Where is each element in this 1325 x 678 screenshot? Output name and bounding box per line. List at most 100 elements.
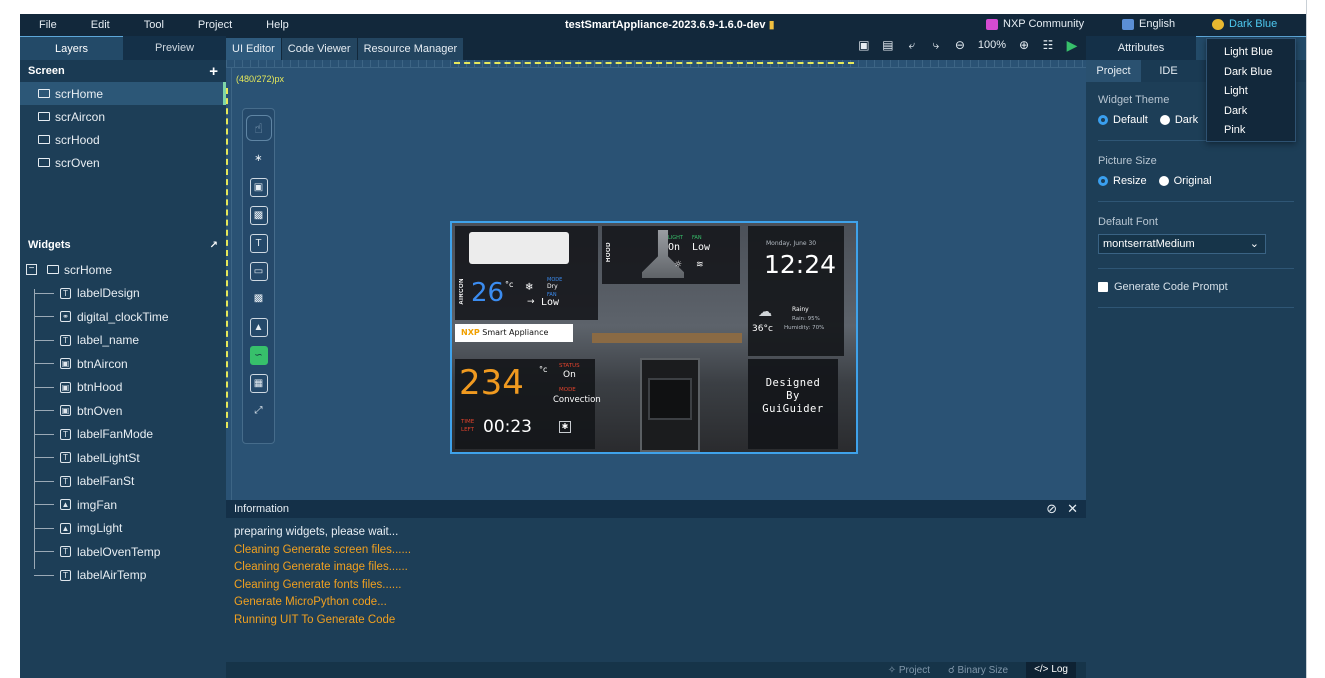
screen-item-scroven[interactable]: scrOven [20, 151, 226, 174]
screen-item-scrhood[interactable]: scrHood [20, 128, 226, 151]
button-widget-icon[interactable]: ▣ [249, 178, 268, 197]
tab-layers[interactable]: Layers [20, 36, 123, 60]
tree-item[interactable]: TlabelFanSt [20, 470, 226, 494]
menu-tool[interactable]: Tool [125, 19, 179, 31]
status-project[interactable]: ✧ Project [888, 665, 930, 676]
expand-palette-icon[interactable]: ⤢ [250, 402, 268, 421]
subtab-ide[interactable]: IDE [1141, 60, 1196, 82]
label-name[interactable]: NXP Smart Appliance [455, 324, 573, 342]
qrcode-widget-icon[interactable]: ▦ [249, 374, 268, 393]
tab-ui-editor[interactable]: UI Editor [226, 38, 281, 60]
oven-mode-value: Convection [553, 395, 601, 405]
default-font-select[interactable]: montserratMedium ⌄ [1098, 234, 1266, 254]
radio-dark-label: Dark [1174, 114, 1199, 126]
add-screen-icon[interactable]: + [209, 63, 218, 80]
close-icon[interactable]: ✕ [1067, 501, 1078, 517]
touch-icon[interactable]: ☝ [245, 115, 272, 141]
btn-hood[interactable]: HOOD LIGHT FAN On Low ☼ ≋ [602, 226, 740, 284]
radio-resize[interactable]: Resize [1098, 175, 1147, 187]
community-link[interactable]: NXP Community [986, 18, 1084, 30]
redo-icon[interactable]: ⤷ [930, 39, 942, 51]
image-widget-icon[interactable]: ▲ [249, 318, 268, 337]
radio-dark[interactable]: Dark [1159, 114, 1199, 126]
zoom-out-icon[interactable]: ⊖ [954, 39, 966, 51]
language-selector[interactable]: English [1122, 18, 1175, 30]
tab-code-viewer[interactable]: Code Viewer [281, 38, 357, 60]
tab-preview[interactable]: Preview [123, 36, 226, 60]
tree-children: TlabelDesign ⚭ digital_clockTime Tlabel_nam… [20, 282, 226, 588]
chart-widget-icon[interactable]: ▩ [250, 290, 268, 309]
clock-panel: Monday, June 30 12:24 ☁ Rainy Rain: 95% … [748, 226, 844, 356]
generate-prompt-checkbox[interactable]: Generate Code Prompt [1098, 281, 1306, 293]
tree-branch [34, 551, 54, 552]
imgbutton-widget-icon[interactable]: ▩ [249, 206, 268, 225]
tree-item[interactable]: Tlabel_name [20, 329, 226, 353]
information-header: Information ⊘ ✕ [226, 500, 1086, 518]
tree-item[interactable]: ▲ imgFan [20, 493, 226, 517]
button-icon: ▣ [60, 405, 71, 417]
theme-option-light[interactable]: Light [1207, 82, 1295, 102]
collapse-icon[interactable]: − [26, 264, 37, 276]
divider [1098, 201, 1294, 202]
clear-log-icon[interactable]: ⊘ [1046, 501, 1057, 517]
tree-branch [34, 457, 54, 458]
btn-aircon[interactable]: AIRCON 26 °c ❄ MODE Dry FAN → Low [455, 226, 598, 320]
theme-option-pink[interactable]: Pink [1207, 121, 1295, 141]
tree-item[interactable]: ▲ imgLight [20, 517, 226, 541]
tree-item-label: btnAircon [77, 356, 128, 371]
label-widget-icon[interactable]: T [249, 234, 268, 253]
bring-front-icon[interactable]: ▣ [858, 39, 870, 51]
zoom-in-icon[interactable]: ⊕ [1018, 39, 1030, 51]
generate-code-icon[interactable]: ☷ [1042, 39, 1054, 51]
theme-option-dark[interactable]: Dark [1207, 102, 1295, 122]
tab-resource-manager[interactable]: Resource Manager [357, 38, 464, 60]
menu-help[interactable]: Help [247, 19, 304, 31]
radio-selected-icon [1098, 115, 1108, 125]
screen-item-scrhome[interactable]: scrHome [20, 82, 226, 105]
tree-item[interactable]: ▣ btnHood [20, 376, 226, 400]
collapse-palette-icon[interactable]: ∗ [250, 150, 268, 169]
humidity-label: Humidity: 70% [784, 325, 825, 331]
tree-item[interactable]: ▣ btnAircon [20, 352, 226, 376]
radio-default[interactable]: Default [1098, 114, 1148, 126]
menu-file[interactable]: File [20, 19, 72, 31]
status-log[interactable]: </> Log [1026, 662, 1076, 678]
theme-selector[interactable]: Dark Blue [1212, 18, 1277, 30]
status-binary-size[interactable]: ☌ Binary Size [948, 665, 1008, 676]
tree-root-scrhome[interactable]: − scrHome [20, 258, 226, 282]
tab-attributes[interactable]: Attributes [1086, 36, 1196, 60]
tree-item[interactable]: TlabelAirTemp [20, 564, 226, 588]
tree-item[interactable]: TlabelFanMode [20, 423, 226, 447]
label-icon: T [60, 475, 71, 487]
tree-item[interactable]: TlabelDesign [20, 282, 226, 306]
theme-option-light-blue[interactable]: Light Blue [1207, 43, 1295, 63]
tree-branch [34, 433, 54, 435]
tree-item-label: labelDesign [77, 286, 140, 301]
digital-clock-time: 12:24 [764, 250, 837, 279]
design-canvas[interactable]: (480/272)px ☝ ∗ ▣ ▩ T ▭ ▩ ▲ ∽ ▦ ⤢ AIRCON… [226, 60, 1086, 500]
tree-item[interactable]: ▣ btnOven [20, 399, 226, 423]
curve-widget-icon[interactable]: ∽ [249, 346, 268, 365]
screen-item-scraircon[interactable]: scrAircon [20, 105, 226, 128]
textarea-widget-icon[interactable]: ▭ [249, 262, 268, 281]
run-icon[interactable]: ▶ [1066, 38, 1078, 52]
tree-item[interactable]: ⚭ digital_clockTime [20, 305, 226, 329]
menu-edit[interactable]: Edit [72, 19, 125, 31]
subtab-project[interactable]: Project [1086, 60, 1141, 82]
undo-icon[interactable]: ⤶ [906, 39, 918, 51]
aircon-mode-value: Dry [547, 283, 558, 290]
label-design[interactable]: Designed By GuiGuider [748, 359, 838, 449]
send-back-icon[interactable]: ▤ [882, 39, 894, 51]
radio-original[interactable]: Original [1158, 175, 1212, 187]
gui-guider-window: File Edit Tool Project Help testSmartApp… [20, 14, 1306, 678]
tree-item[interactable]: TlabelLightSt [20, 446, 226, 470]
tree-root-label: scrHome [64, 262, 113, 277]
menu-project[interactable]: Project [179, 19, 247, 31]
screen-preview[interactable]: AIRCON 26 °c ❄ MODE Dry FAN → Low HOOD L… [450, 221, 858, 454]
btn-oven[interactable]: 234 °c STATUS On MODE Convection TIME LE… [455, 359, 601, 449]
tree-item[interactable]: TlabelOvenTemp [20, 540, 226, 564]
theme-option-dark-blue[interactable]: Dark Blue [1207, 63, 1295, 83]
oven-status-value: On [563, 370, 576, 380]
tree-branch [34, 292, 54, 294]
popout-icon[interactable]: ↗ [210, 240, 218, 251]
